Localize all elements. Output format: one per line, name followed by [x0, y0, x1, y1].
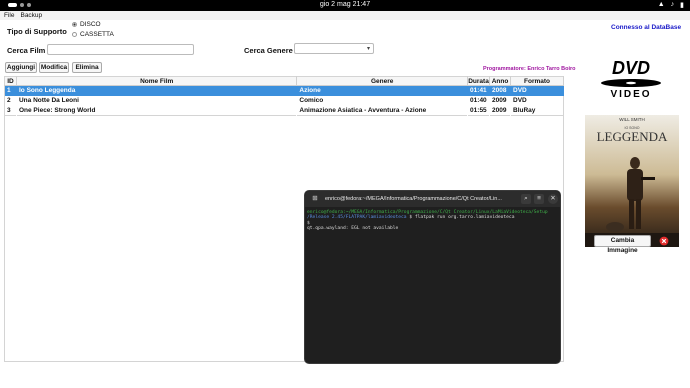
- cell-id: 2: [7, 97, 11, 104]
- system-top-bar: gio 2 mag 21:47 ▲ ♪ ▮: [0, 0, 690, 11]
- delete-button[interactable]: Elimina: [72, 62, 102, 73]
- terminal-window[interactable]: ⊞ enrico@fedora:~/MEGA/Informatica/Progr…: [304, 190, 561, 364]
- cell-year: 2009: [492, 97, 507, 104]
- search-genre-label: Cerca Genere: [244, 46, 293, 55]
- change-image-button[interactable]: Cambia Immagine: [594, 235, 651, 254]
- terminal-line: qt.qpa.wayland: EGL not available: [307, 226, 558, 231]
- menu-backup[interactable]: Backup: [20, 11, 42, 20]
- poster-actor: WILL SMITH: [619, 117, 645, 122]
- terminal-titlebar[interactable]: ⊞ enrico@fedora:~/MEGA/Informatica/Progr…: [305, 191, 560, 207]
- col-duration[interactable]: Durata: [467, 76, 491, 86]
- radio-checked-icon: [72, 22, 77, 27]
- cell-name: Io Sono Leggenda: [16, 85, 297, 96]
- new-tab-icon[interactable]: ⊞: [310, 194, 320, 204]
- poster-title: LEGGENDA: [597, 129, 668, 144]
- cell-genre: Azione: [296, 85, 468, 96]
- menu-file[interactable]: File: [4, 11, 14, 20]
- table-row[interactable]: 1 Io Sono Leggenda Azione 01:41 2008 DVD: [4, 85, 564, 96]
- table-row[interactable]: 3 One Piece: Strong World Animazione Asi…: [5, 106, 564, 116]
- terminal-title: enrico@fedora:~/MEGA/Informatica/Program…: [325, 196, 502, 202]
- radio-disco[interactable]: DISCO: [72, 21, 101, 28]
- movie-poster: WILL SMITH IO SONO LEGGENDA: [585, 115, 679, 247]
- app-window: Tipo di Supporto DISCO CASSETTA Cerca Fi…: [0, 20, 690, 388]
- terminal-output[interactable]: enrico@fedora:~/MEGA/Informatica/Program…: [305, 207, 560, 235]
- dvd-logo-sub: VIDEO: [610, 89, 651, 100]
- cell-duration: 01:55: [470, 106, 487, 114]
- col-id[interactable]: ID: [4, 76, 17, 86]
- dvd-logo-text: DVD: [612, 58, 650, 78]
- terminal-prompt: /Release 2.45/FLATPAK/lamiavideoteca: [307, 215, 407, 221]
- cell-format: DVD: [510, 85, 564, 96]
- cell-name: Una Notte Da Leoni: [18, 97, 79, 104]
- cell-duration: 01:40: [470, 97, 487, 104]
- col-format[interactable]: Formato: [510, 76, 564, 86]
- cell-genre: Comico: [299, 97, 324, 104]
- network-icon: ▲: [657, 1, 665, 8]
- radio-cassetta-label: CASSETTA: [80, 31, 114, 38]
- cell-format: BluRay: [513, 106, 536, 114]
- support-type-label: Tipo di Supporto: [7, 27, 67, 36]
- col-year[interactable]: Anno: [489, 76, 512, 86]
- remove-image-icon[interactable]: [659, 236, 669, 246]
- radio-disco-label: DISCO: [80, 21, 101, 28]
- chevron-down-icon: ▾: [366, 46, 370, 52]
- cell-id: 3: [7, 106, 11, 114]
- search-film-input[interactable]: [47, 44, 194, 55]
- films-table[interactable]: ID Nome Film Genere Durata Anno Formato …: [4, 76, 564, 116]
- search-film-label: Cerca Film: [7, 46, 46, 55]
- col-genre[interactable]: Genere: [296, 76, 469, 86]
- table-header-row: ID Nome Film Genere Durata Anno Formato: [4, 76, 564, 86]
- search-genre-select[interactable]: ▾: [294, 43, 374, 54]
- radio-unchecked-icon: [72, 32, 77, 37]
- db-status: Connesso al DataBase: [611, 24, 682, 31]
- credits-label: Programmatore: Enrico Tarro Boiro: [483, 66, 576, 72]
- edit-button[interactable]: Modifica: [39, 62, 69, 73]
- cell-name: One Piece: Strong World: [18, 106, 96, 114]
- menu-icon[interactable]: ≡: [534, 194, 544, 204]
- cell-year: 2008: [489, 85, 511, 96]
- cell-format: DVD: [513, 97, 527, 104]
- add-button[interactable]: Aggiungi: [5, 62, 37, 73]
- menu-bar: File Backup: [0, 11, 690, 20]
- terminal-message: qt.qpa.wayland: EGL not available: [307, 226, 399, 232]
- battery-icon: ▮: [680, 2, 684, 9]
- radio-cassetta[interactable]: CASSETTA: [72, 31, 114, 38]
- cell-id: 1: [4, 85, 17, 96]
- close-icon[interactable]: ✕: [548, 194, 558, 204]
- search-icon[interactable]: ⌕: [521, 194, 531, 204]
- audio-icon: ♪: [670, 1, 675, 8]
- clock[interactable]: gio 2 mag 21:47: [0, 1, 690, 8]
- cell-year: 2009: [492, 106, 507, 114]
- dvd-logo: DVD VIDEO: [601, 58, 661, 100]
- table-row[interactable]: 2 Una Notte Da Leoni Comico 01:40 2009 D…: [5, 96, 564, 106]
- col-name[interactable]: Nome Film: [16, 76, 298, 86]
- cell-duration: 01:41: [467, 85, 490, 96]
- cell-genre: Animazione Asiatica - Avventura - Azione: [299, 106, 427, 114]
- terminal-command: $ flatpak run org.tarro.lamiavideoteca: [409, 215, 515, 221]
- system-tray[interactable]: ▲ ♪ ▮: [658, 1, 684, 9]
